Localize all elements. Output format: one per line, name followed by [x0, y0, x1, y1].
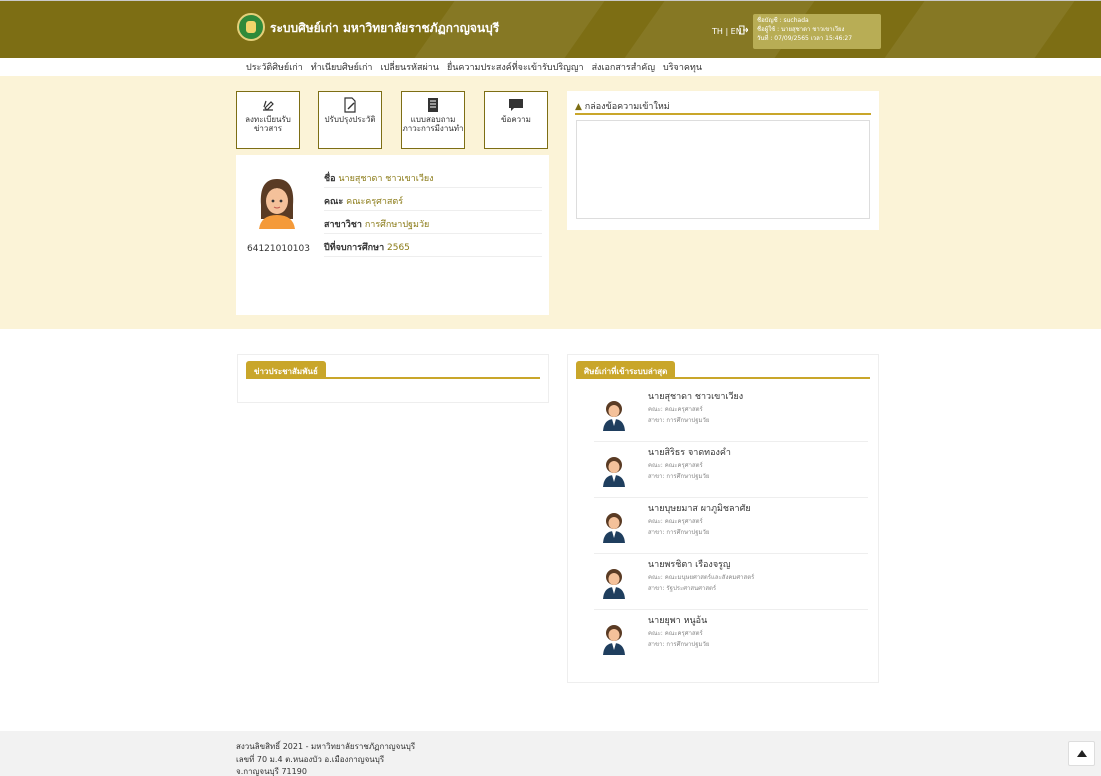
nav-change-password[interactable]: เปลี่ยนรหัสผ่าน — [380, 60, 438, 74]
alumni-major: สาขา: การศึกษาปฐมวัย — [648, 417, 710, 424]
edit-profile-icon — [342, 97, 358, 113]
list-item[interactable]: นายบุษยมาส ผาภูมิชลาศัย คณะ: คณะครุศาสตร… — [594, 499, 868, 554]
alumni-name: นายพรชิตา เรืองจรูญ — [648, 560, 731, 570]
major-row: สาขาวิชา การศึกษาปฐมวัย — [324, 211, 542, 234]
alumni-name: นายสิริธร จาดทองคำ — [648, 448, 731, 458]
address-line2: จ.กาญจนบุรี 71190 — [236, 767, 307, 776]
avatar — [602, 623, 626, 655]
copyright-text: สงวนลิขสิทธิ์ 2021 - มหาวิทยาลัยราชภัฏกา… — [236, 742, 416, 751]
logout-icon[interactable] — [738, 25, 749, 35]
survey-label: แบบสอบถามภาวะการมีงานทำ — [402, 115, 464, 133]
site-header: ระบบศิษย์เก่า มหาวิทยาลัยราชภัฏกาญจนบุรี… — [0, 0, 1101, 58]
user-name: ชื่อผู้ใช้ : นายสุชาดา ชาวเขาเวียง — [757, 26, 845, 33]
language-switch[interactable]: TH | EN — [712, 27, 742, 36]
inbox-header: ▲ กล่องข้อความเข้าใหม่ — [575, 99, 670, 113]
messages-label: ข้อความ — [501, 115, 531, 124]
avatar — [602, 399, 626, 431]
alumni-faculty: คณะ: คณะครุศาสตร์ — [648, 630, 703, 637]
recent-alumni-card: ศิษย์เก่าที่เข้าระบบล่าสุด นายสุชาดา ชาว… — [567, 354, 879, 683]
list-item[interactable]: นายสิริธร จาดทองคำ คณะ: คณะครุศาสตร์ สาข… — [594, 443, 868, 498]
avatar — [602, 455, 626, 487]
site-footer: สงวนลิขสิทธิ์ 2021 - มหาวิทยาลัยราชภัฏกา… — [0, 731, 1101, 776]
alumni-faculty: คณะ: คณะครุศาสตร์ — [648, 462, 703, 469]
login-datetime: วันที่ : 07/09/2565 เวลา 15:46:27 — [757, 35, 853, 42]
name-row: ชื่อ นายสุชาดา ชาวเขาเวียง — [324, 165, 542, 188]
faculty-value: คณะครุศาสตร์ — [346, 197, 404, 207]
bell-icon: ▲ — [575, 102, 582, 112]
nav-send-documents[interactable]: ส่งเอกสารสำคัญ — [592, 60, 655, 74]
inbox-title: กล่องข้อความเข้าใหม่ — [584, 102, 670, 112]
major-value: การศึกษาปฐมวัย — [364, 220, 430, 230]
site-title[interactable]: ระบบศิษย์เก่า มหาวิทยาลัยราชภัฏกาญจนบุรี — [270, 19, 499, 38]
student-id: 64121010103 — [247, 244, 310, 254]
faculty-row: คณะ คณะครุศาสตร์ — [324, 188, 542, 211]
nav-donate[interactable]: บริจาคทุน — [663, 60, 702, 74]
nav-graduation-request[interactable]: ยื่นความประสงค์ที่จะเข้ารับปริญญา — [447, 60, 584, 74]
alumni-major: สาขา: การศึกษาปฐมวัย — [648, 473, 710, 480]
name-value: นายสุชาดา ชาวเขาเวียง — [338, 174, 434, 184]
grad-year-label: ปีที่จบการศึกษา — [324, 243, 385, 253]
grad-year-value: 2565 — [387, 243, 410, 253]
university-logo[interactable] — [237, 13, 265, 41]
list-item[interactable]: นายพรชิตา เรืองจรูญ คณะ: คณะมนุษยศาสตร์แ… — [594, 555, 868, 610]
list-item[interactable]: นายยุพา หนูอ้น คณะ: คณะครุศาสตร์ สาขา: ก… — [594, 611, 868, 666]
news-card: ข่าวประชาสัมพันธ์ — [237, 354, 549, 403]
dashboard-band — [0, 76, 1101, 329]
register-news-icon — [260, 97, 276, 113]
alumni-major: สาขา: การศึกษาปฐมวัย — [648, 641, 710, 648]
user-info-box: ชื่อบัญชี : suchada ชื่อผู้ใช้ : นายสุชา… — [753, 14, 881, 49]
alumni-major: สาขา: รัฐประศาสนศาสตร์ — [648, 585, 717, 592]
edit-profile-button[interactable]: ปรับปรุงประวัติ — [318, 91, 382, 149]
alumni-name: นายสุชาดา ชาวเขาเวียง — [648, 392, 744, 402]
survey-icon — [425, 97, 441, 113]
list-item[interactable]: นายสุชาดา ชาวเขาเวียง คณะ: คณะครุศาสตร์ … — [594, 387, 868, 442]
inbox-panel: ▲ กล่องข้อความเข้าใหม่ — [567, 91, 879, 230]
register-news-label: ลงทะเบียนรับข่าวสาร — [245, 115, 291, 133]
news-title[interactable]: ข่าวประชาสัมพันธ์ — [246, 361, 326, 378]
scroll-to-top-button[interactable] — [1068, 741, 1095, 766]
alumni-faculty: คณะ: คณะครุศาสตร์ — [648, 518, 703, 525]
alumni-major: สาขา: การศึกษาปฐมวัย — [648, 529, 710, 536]
nav-alumni-profile[interactable]: ประวัติศิษย์เก่า — [246, 60, 303, 74]
message-icon — [508, 97, 524, 113]
alumni-name: นายบุษยมาส ผาภูมิชลาศัย — [648, 504, 751, 514]
nav-alumni-directory[interactable]: ทำเนียบศิษย์เก่า — [311, 60, 373, 74]
survey-button[interactable]: แบบสอบถามภาวะการมีงานทำ — [401, 91, 465, 149]
register-news-button[interactable]: ลงทะเบียนรับข่าวสาร — [236, 91, 300, 149]
name-label: ชื่อ — [324, 174, 336, 184]
alumni-faculty: คณะ: คณะมนุษยศาสตร์และสังคมศาสตร์ — [648, 574, 755, 581]
avatar — [602, 567, 626, 599]
profile-card: 64121010103 ชื่อ นายสุชาดา ชาวเขาเวียง ค… — [236, 155, 549, 315]
messages-button[interactable]: ข้อความ — [484, 91, 548, 149]
avatar — [602, 511, 626, 543]
major-label: สาขาวิชา — [324, 220, 362, 230]
alumni-name: นายยุพา หนูอ้น — [648, 616, 708, 626]
alumni-faculty: คณะ: คณะครุศาสตร์ — [648, 406, 703, 413]
inbox-message-area[interactable] — [576, 120, 870, 219]
grad-year-row: ปีที่จบการศึกษา 2565 — [324, 234, 542, 257]
faculty-label: คณะ — [324, 197, 344, 207]
edit-profile-label: ปรับปรุงประวัติ — [324, 115, 376, 124]
avatar — [255, 175, 299, 229]
account-name: ชื่อบัญชี : suchada — [757, 17, 809, 24]
main-nav: ประวัติศิษย์เก่า ทำเนียบศิษย์เก่า เปลี่ย… — [0, 58, 1101, 76]
recent-alumni-title[interactable]: ศิษย์เก่าที่เข้าระบบล่าสุด — [576, 361, 676, 378]
